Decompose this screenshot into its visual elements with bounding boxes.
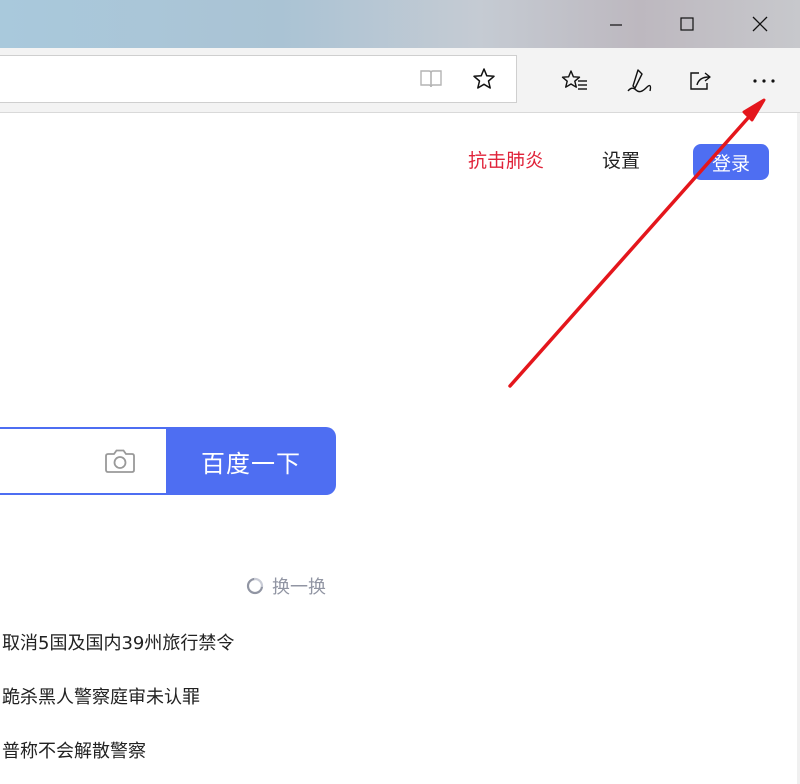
add-favorite-button[interactable] (466, 61, 502, 97)
refresh-icon (246, 577, 264, 595)
hot-news-item-1[interactable]: 取消5国及国内39州旅行禁令 (2, 632, 234, 656)
minimize-icon (610, 24, 622, 26)
more-options-button[interactable] (746, 63, 782, 99)
reading-view-button[interactable] (413, 61, 449, 97)
title-bar (0, 0, 800, 50)
settings-link[interactable]: 设置 (602, 149, 640, 173)
refresh-hot-list[interactable]: 换一换 (244, 573, 326, 599)
pen-notes-icon (627, 69, 652, 93)
share-icon (690, 72, 711, 90)
anti-pneumonia-link[interactable]: 抗击肺炎 (468, 149, 544, 173)
share-button[interactable] (683, 63, 719, 99)
camera-icon (105, 449, 135, 473)
favorites-list-icon (561, 70, 587, 90)
web-notes-button[interactable] (620, 63, 656, 99)
search-input[interactable] (0, 427, 168, 495)
close-button[interactable] (737, 0, 783, 48)
maximize-button[interactable] (664, 0, 710, 48)
hot-news-item-2[interactable]: 跪杀黑人警察庭审未认罪 (2, 686, 200, 710)
search-button[interactable]: 百度一下 (166, 427, 336, 495)
favorites-button[interactable] (557, 63, 593, 99)
refresh-label: 换一换 (272, 577, 326, 598)
reading-view-icon (420, 70, 442, 88)
more-options-icon (753, 79, 775, 83)
browser-toolbar (0, 48, 800, 113)
close-icon (752, 16, 768, 32)
login-button[interactable]: 登录 (693, 144, 769, 180)
address-bar[interactable] (0, 55, 517, 103)
minimize-button[interactable] (593, 0, 639, 48)
maximize-icon (680, 17, 694, 31)
favorite-star-icon (473, 68, 495, 89)
hot-news-item-3[interactable]: 普称不会解散警察 (2, 740, 146, 764)
image-search-button[interactable] (102, 445, 138, 477)
